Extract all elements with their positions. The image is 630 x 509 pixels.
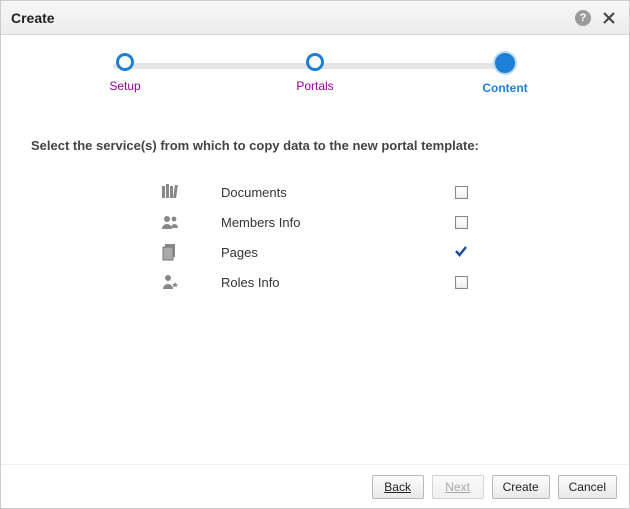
button-label: Back: [384, 480, 411, 494]
checkbox-unchecked-icon: [455, 216, 468, 229]
step-dot-icon: [495, 53, 515, 73]
service-label: Members Info: [221, 215, 441, 230]
create-dialog: Create ? Setup Portals: [0, 0, 630, 509]
step-label: Setup: [109, 79, 140, 93]
service-list: Documents Members Info Pages: [161, 177, 481, 297]
instruction-text: Select the service(s) from which to copy…: [31, 138, 609, 153]
service-checkbox[interactable]: [441, 244, 481, 261]
service-label: Roles Info: [221, 275, 441, 290]
back-button[interactable]: Back: [372, 475, 424, 499]
step-content[interactable]: Content: [475, 53, 535, 95]
step-dot-icon: [116, 53, 134, 71]
create-button[interactable]: Create: [492, 475, 550, 499]
step-label: Content: [482, 81, 527, 95]
next-button: Next: [432, 475, 484, 499]
checkbox-unchecked-icon: [455, 186, 468, 199]
button-label: Create: [503, 480, 539, 494]
checkbox-unchecked-icon: [455, 276, 468, 289]
step-label: Portals: [296, 79, 333, 93]
service-checkbox[interactable]: [441, 186, 481, 199]
service-label: Pages: [221, 245, 441, 260]
button-label: Next: [445, 480, 470, 494]
step-dot-icon: [306, 53, 324, 71]
close-icon[interactable]: [599, 8, 619, 28]
step-setup[interactable]: Setup: [95, 53, 155, 95]
service-label: Documents: [221, 185, 441, 200]
service-row-documents: Documents: [161, 177, 481, 207]
service-checkbox[interactable]: [441, 276, 481, 289]
dialog-title: Create: [11, 10, 55, 26]
dialog-footer: Back Next Create Cancel: [1, 464, 629, 508]
help-icon[interactable]: ?: [573, 8, 593, 28]
service-row-roles: Roles Info: [161, 267, 481, 297]
service-row-pages: Pages: [161, 237, 481, 267]
step-portals[interactable]: Portals: [285, 53, 345, 95]
service-checkbox[interactable]: [441, 216, 481, 229]
checkbox-checked-icon: [454, 244, 468, 261]
roles-icon: [161, 273, 221, 291]
dialog-body: Setup Portals Content Select the service…: [1, 35, 629, 464]
wizard-stepper: Setup Portals Content: [95, 53, 535, 108]
pages-icon: [161, 243, 221, 261]
documents-icon: [161, 183, 221, 201]
cancel-button[interactable]: Cancel: [558, 475, 617, 499]
members-icon: [161, 213, 221, 231]
service-row-members: Members Info: [161, 207, 481, 237]
dialog-header: Create ?: [1, 1, 629, 35]
button-label: Cancel: [569, 480, 606, 494]
